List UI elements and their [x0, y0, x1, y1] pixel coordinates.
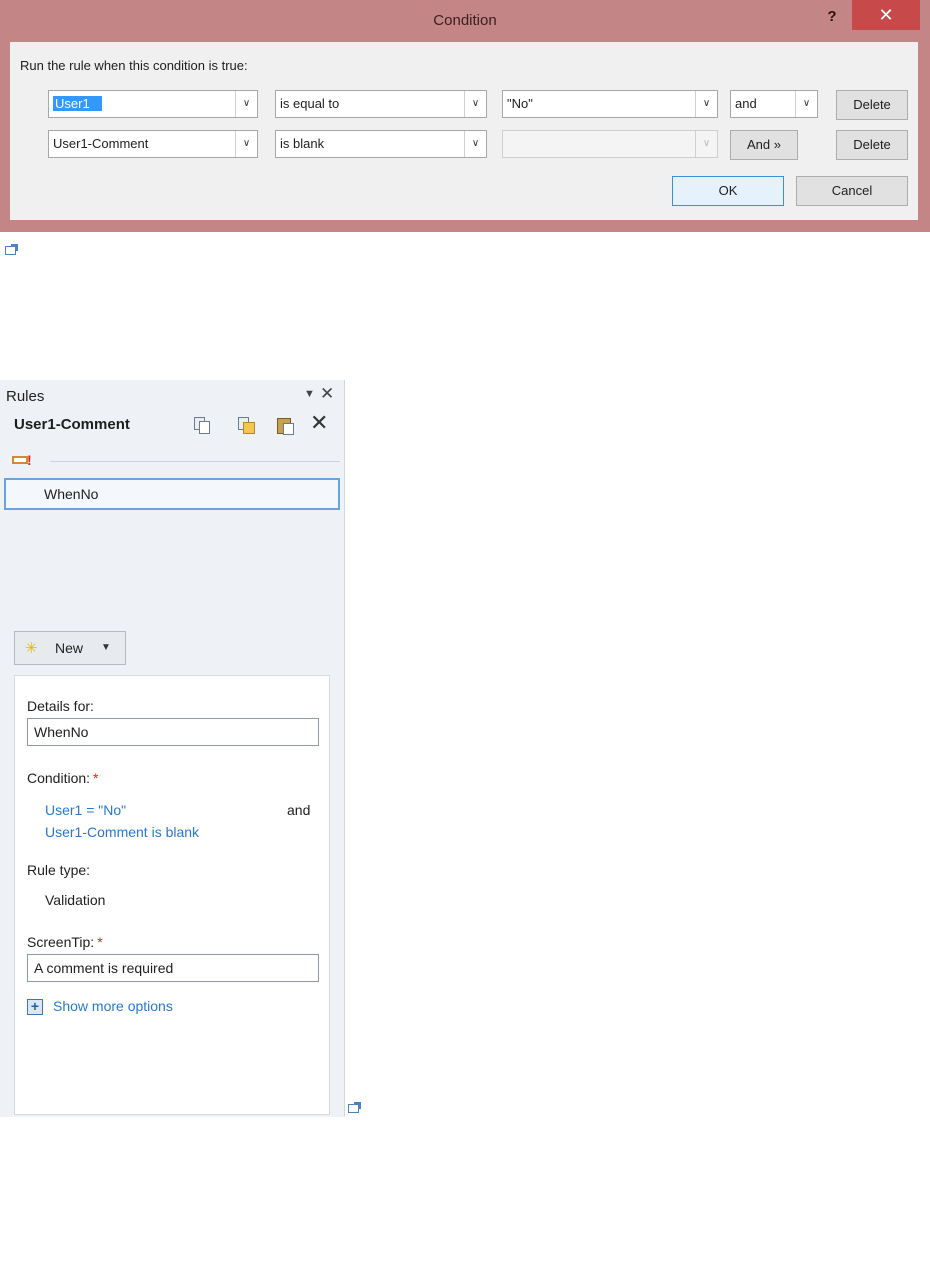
- popout-icon: [5, 244, 18, 255]
- caret-down-icon: ▼: [101, 642, 111, 653]
- chevron-down-icon[interactable]: ∨: [464, 131, 486, 157]
- new-star-icon: ✳: [25, 640, 38, 657]
- copy-all-rules-icon[interactable]: [236, 416, 255, 434]
- chevron-down-icon[interactable]: ∨: [235, 91, 257, 117]
- dialog-title: Condition: [433, 12, 497, 29]
- rule-list-item[interactable]: WhenNo: [4, 478, 340, 510]
- required-asterisk: *: [93, 770, 99, 786]
- operator-select-row1[interactable]: is equal to ∨: [275, 90, 487, 118]
- help-button[interactable]: ?: [818, 4, 846, 30]
- rule-type-value: Validation: [45, 892, 106, 908]
- required-asterisk: *: [97, 934, 103, 950]
- chevron-down-icon[interactable]: ∨: [464, 91, 486, 117]
- field-name: User1-Comment: [14, 416, 130, 433]
- show-more-options-link[interactable]: Show more options: [53, 998, 173, 1014]
- dialog-prompt: Run the rule when this condition is true…: [20, 58, 248, 73]
- connector-select-row1[interactable]: and ∨: [730, 90, 818, 118]
- rules-pane: Rules ▼ ✕ User1-Comment ✕ ! WhenNo ✳ New…: [0, 380, 345, 1117]
- pane-menu-icon[interactable]: ▼: [304, 388, 315, 400]
- rule-type-label: Rule type:: [27, 862, 91, 878]
- and-button[interactable]: And »: [730, 130, 798, 160]
- chevron-down-icon[interactable]: ∨: [695, 91, 717, 117]
- validation-rule-icon: [12, 456, 28, 464]
- value-select-row1[interactable]: "No" ∨: [502, 90, 718, 118]
- ok-button[interactable]: OK: [672, 176, 784, 206]
- connector-select-value: and: [735, 96, 757, 111]
- popout-icon: [348, 1102, 361, 1113]
- operator-select-value: is equal to: [280, 96, 340, 111]
- chevron-down-icon[interactable]: ∨: [795, 91, 817, 117]
- field-select-row2[interactable]: User1-Comment ∨: [48, 130, 258, 158]
- paste-rule-icon[interactable]: [276, 416, 294, 435]
- screentip-label: ScreenTip: *: [27, 934, 103, 950]
- field-select-value: User1-Comment: [53, 136, 149, 151]
- close-button[interactable]: ✕: [852, 0, 920, 30]
- condition-dialog: Condition ? ✕ Run the rule when this con…: [0, 0, 930, 232]
- chevron-down-icon: ∨: [695, 131, 717, 157]
- operator-select-row2[interactable]: is blank ∨: [275, 130, 487, 158]
- expand-plus-icon[interactable]: +: [27, 999, 43, 1015]
- new-rule-label: New: [55, 640, 84, 656]
- divider: [50, 461, 340, 462]
- dialog-body: Run the rule when this condition is true…: [10, 42, 918, 220]
- field-select-value: User1: [53, 96, 102, 111]
- operator-select-value: is blank: [280, 136, 325, 151]
- details-for-label: Details for:: [27, 698, 94, 714]
- pane-close-icon[interactable]: ✕: [320, 384, 334, 404]
- value-select-value: "No": [507, 96, 533, 111]
- copy-rule-icon[interactable]: [192, 416, 210, 434]
- chevron-down-icon[interactable]: ∨: [235, 131, 257, 157]
- delete-rule-icon[interactable]: ✕: [310, 412, 328, 434]
- required-mark-icon: !: [27, 452, 32, 468]
- rule-details-panel: Details for: WhenNo Condition: * User1 = …: [14, 675, 330, 1115]
- screentip-input[interactable]: A comment is required: [27, 954, 319, 982]
- value-select-row2: ∨: [502, 130, 718, 158]
- delete-button-row2[interactable]: Delete: [836, 130, 908, 160]
- rule-name-input[interactable]: WhenNo: [27, 718, 319, 746]
- new-rule-button[interactable]: ✳ New ▼: [14, 631, 126, 665]
- pane-title: Rules: [6, 388, 45, 405]
- condition-connector: and: [287, 802, 311, 818]
- condition-label: Condition: *: [27, 770, 99, 786]
- condition-link-line2[interactable]: User1-Comment is blank: [45, 824, 199, 840]
- cancel-button[interactable]: Cancel: [796, 176, 908, 206]
- field-select-row1[interactable]: User1 ∨: [48, 90, 258, 118]
- rule-name-label: WhenNo: [44, 486, 99, 502]
- condition-link-line1[interactable]: User1 = "No": [45, 802, 126, 818]
- delete-button-row1[interactable]: Delete: [836, 90, 908, 120]
